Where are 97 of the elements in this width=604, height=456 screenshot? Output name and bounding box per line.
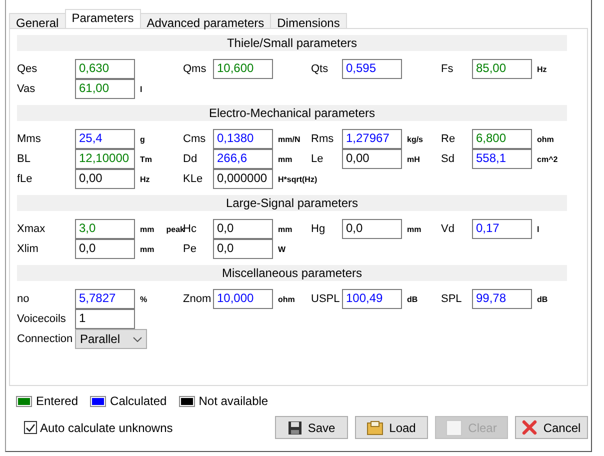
input-field[interactable]: 6,800 xyxy=(472,129,532,149)
unit-label: l xyxy=(140,84,142,94)
input-field[interactable]: 85,00 xyxy=(472,59,532,79)
unit-label: mm xyxy=(140,224,154,234)
unit-label: mm xyxy=(278,154,292,164)
field-label: Hg xyxy=(311,222,326,237)
input-field[interactable]: 0,1380 xyxy=(213,129,273,149)
unit-label: mm xyxy=(407,224,422,234)
legend-label: Not available xyxy=(198,394,268,408)
unit-label: % xyxy=(140,294,148,304)
chevron-icon xyxy=(133,336,142,342)
unit-label: g xyxy=(140,134,145,144)
field-label: Qms xyxy=(183,62,208,77)
field-label: Xmax xyxy=(17,222,46,237)
field-label: Re xyxy=(441,132,456,147)
tab[interactable]: Advanced parameters xyxy=(140,13,272,28)
tab[interactable]: General xyxy=(9,13,66,28)
input-field[interactable]: 0,000000 xyxy=(213,169,273,189)
input-field[interactable]: 100,49 xyxy=(342,289,402,309)
legend-label: Calculated xyxy=(110,394,167,408)
input-field[interactable]: 0,00 xyxy=(75,169,135,189)
input-field[interactable]: 10,600 xyxy=(213,59,273,79)
cancel-button[interactable]: Cancel xyxy=(515,416,588,439)
field-label: Mms xyxy=(17,132,42,147)
field-label: Vas xyxy=(17,82,36,97)
tab[interactable]: Dimensions xyxy=(270,13,347,28)
unit-label: W xyxy=(278,244,286,254)
input-field[interactable]: 558,1 xyxy=(472,149,532,169)
field-label: Voicecoils xyxy=(17,312,67,327)
unit-label: kg/s xyxy=(407,134,424,144)
field-label: Hc xyxy=(183,222,198,237)
unit-label: mm xyxy=(278,224,292,234)
field-label: no xyxy=(17,292,30,307)
auto-calculate-checkbox[interactable]: Auto calculate unknowns xyxy=(24,420,173,434)
unit-label: l xyxy=(537,224,540,234)
field-label: Pe xyxy=(183,242,198,257)
input-field[interactable]: 3,0 xyxy=(75,219,135,239)
field-label: Qes xyxy=(17,62,38,77)
input-field[interactable]: 5,7827 xyxy=(75,289,135,309)
input-field[interactable]: 0,0 xyxy=(213,219,273,239)
input-field[interactable]: 0,0 xyxy=(213,239,273,259)
unit-label: dB xyxy=(407,294,418,304)
field-label: KLe xyxy=(183,172,204,187)
input-field[interactable]: 12,10000 xyxy=(75,149,135,169)
blank-page-icon xyxy=(446,420,462,436)
field-label: BL xyxy=(17,152,32,167)
unit-note: peak xyxy=(166,224,184,234)
input-field[interactable]: 266,6 xyxy=(213,149,273,169)
unit-label: H*sqrt(Hz) xyxy=(278,174,318,184)
folder-icon xyxy=(367,420,384,434)
section-header: Electro-Mechanical parameters xyxy=(17,105,567,121)
load-button[interactable]: Load xyxy=(355,416,428,439)
unit-label: mm/N xyxy=(278,134,300,144)
close-icon xyxy=(522,420,538,435)
field-label: Rms xyxy=(311,132,335,147)
field-label: Le xyxy=(311,152,324,167)
field-label: SPL xyxy=(441,292,463,307)
unit-label: dB xyxy=(537,294,548,304)
input-field[interactable]: 0,0 xyxy=(342,219,402,239)
field-label: Cms xyxy=(183,132,207,147)
input-field[interactable]: 0,17 xyxy=(472,219,532,239)
section-header: Large-Signal parameters xyxy=(17,195,567,211)
field-label: Qts xyxy=(311,62,330,77)
unit-label: ohm xyxy=(537,134,554,144)
input-field[interactable]: 0,630 xyxy=(75,59,135,79)
input-field[interactable]: 1,27967 xyxy=(342,129,402,149)
field-label: USPL xyxy=(311,292,341,307)
unit-label: Hz xyxy=(537,64,547,74)
unit-label: cm^2 xyxy=(537,154,558,164)
field-label: Xlim xyxy=(17,242,40,257)
field-label: Sd xyxy=(441,152,456,167)
checkmark-icon xyxy=(26,424,35,432)
unit-label: mm xyxy=(140,244,154,254)
field-label: Fs xyxy=(441,62,454,77)
connection-dropdown[interactable]: Parallel xyxy=(75,329,147,349)
unit-label: mH xyxy=(407,154,420,164)
save-button[interactable]: Save xyxy=(275,416,348,439)
field-label: Connection xyxy=(17,332,74,347)
unit-label: ohm xyxy=(278,294,295,304)
field-label: Znom xyxy=(183,292,212,307)
unit-label: Hz xyxy=(140,174,150,184)
input-field[interactable]: 61,00 xyxy=(75,79,135,99)
section-header: Thiele/Small parameters xyxy=(17,35,567,51)
input-field[interactable]: 0,595 xyxy=(342,59,402,79)
input-field[interactable]: 25,4 xyxy=(75,129,135,149)
input-field[interactable]: 99,78 xyxy=(472,289,532,309)
input-field[interactable]: 0,0 xyxy=(75,239,135,259)
save-icon xyxy=(288,420,302,434)
unit-label: Tm xyxy=(140,154,152,164)
legend-label: Entered xyxy=(36,394,78,408)
input-field[interactable]: 10,000 xyxy=(213,289,273,309)
section-header: Miscellaneous parameters xyxy=(17,265,567,281)
field-label: Dd xyxy=(183,152,198,167)
field-label: Vd xyxy=(441,222,456,237)
field-label: fLe xyxy=(17,172,34,187)
input-field[interactable]: 1 xyxy=(75,309,135,329)
input-field[interactable]: 0,00 xyxy=(342,149,402,169)
